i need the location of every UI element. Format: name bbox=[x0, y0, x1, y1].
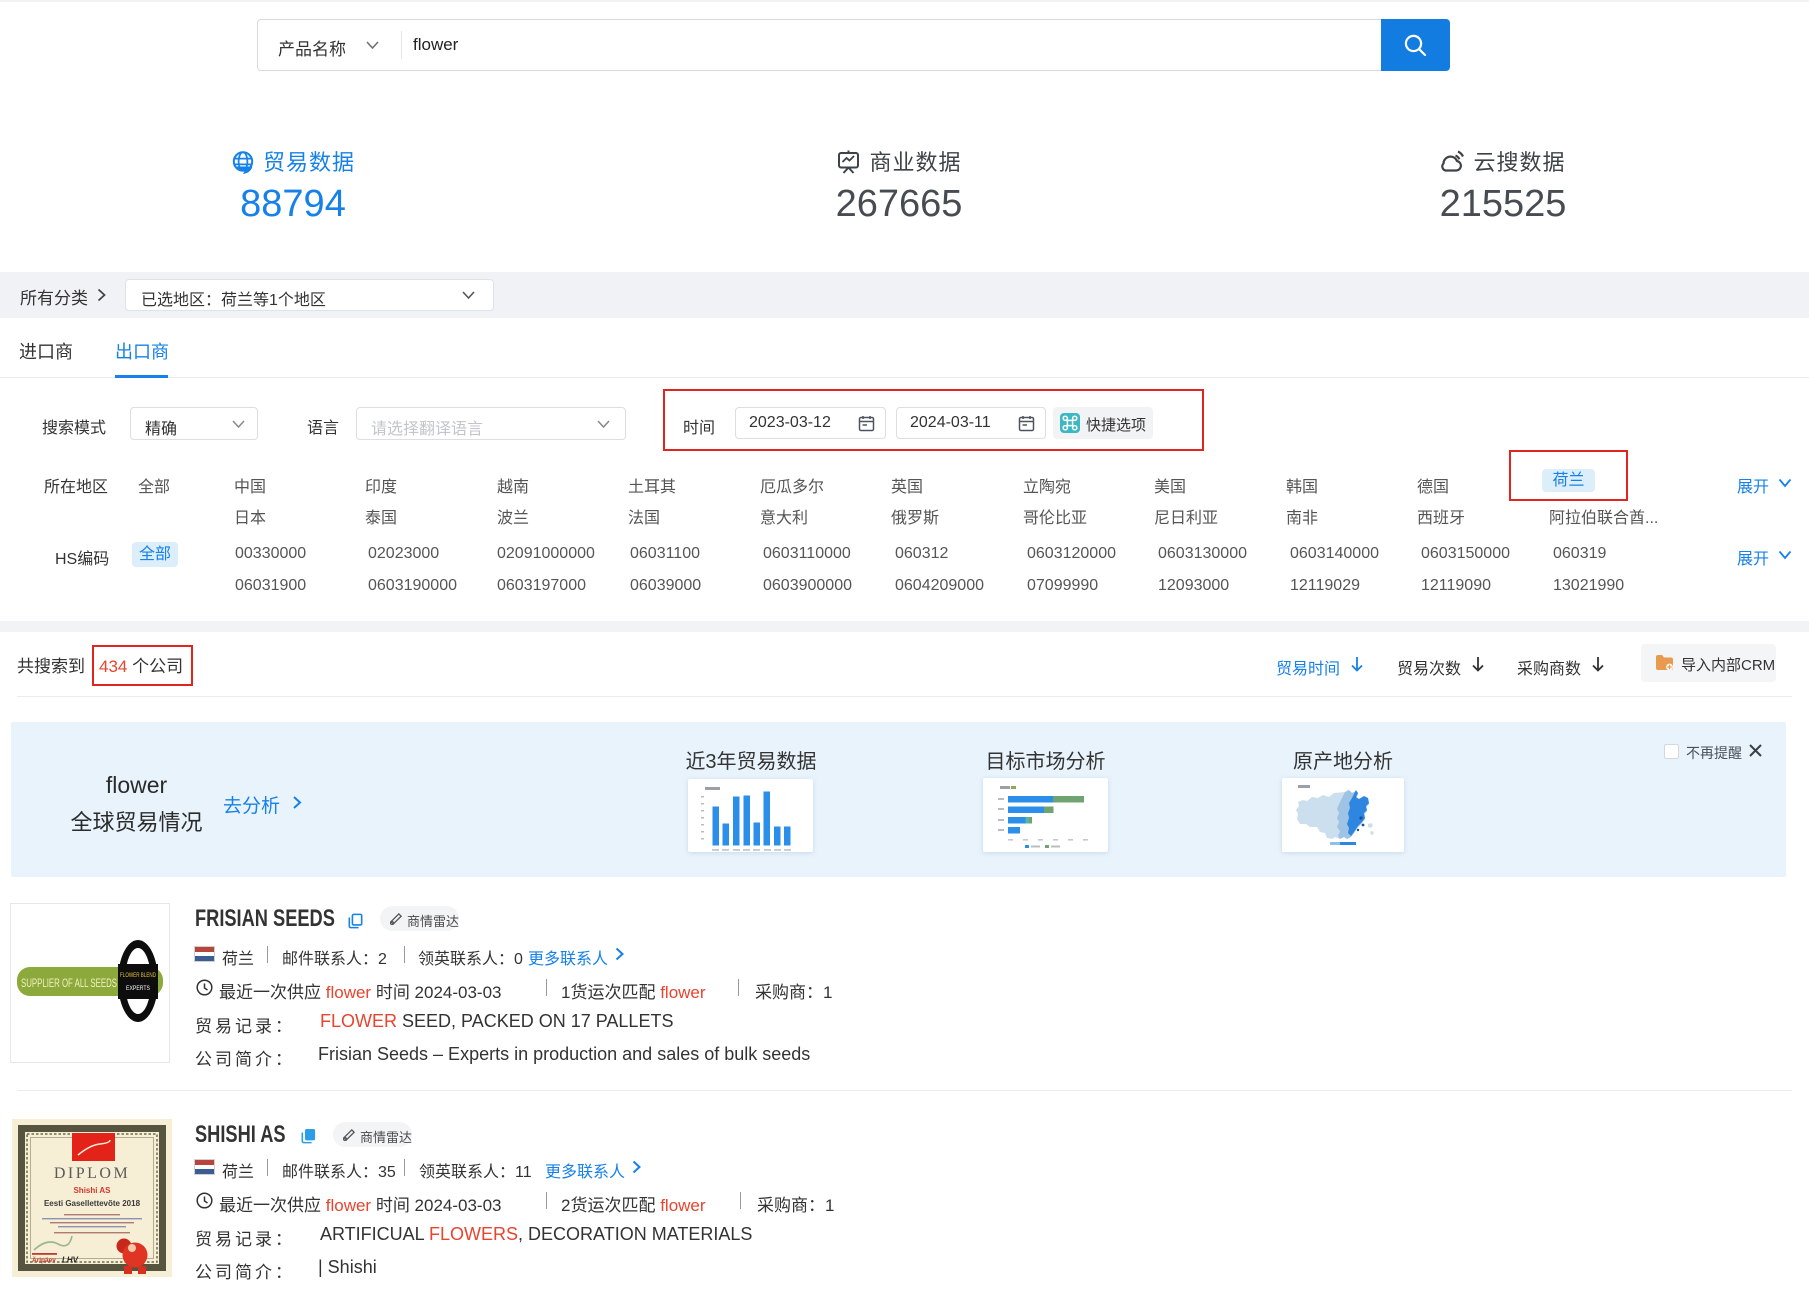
svg-text:LHV: LHV bbox=[62, 1256, 79, 1265]
svg-text:Shishi AS: Shishi AS bbox=[73, 1186, 111, 1195]
svg-text:FLOWER BLEND: FLOWER BLEND bbox=[120, 972, 156, 979]
svg-text:Äripäev: Äripäev bbox=[32, 1256, 56, 1264]
svg-text:EXPERTS: EXPERTS bbox=[126, 985, 151, 992]
svg-text:Eesti Gasellettevõte 2018: Eesti Gasellettevõte 2018 bbox=[44, 1199, 141, 1208]
svg-text:DIPLOM: DIPLOM bbox=[54, 1165, 130, 1182]
svg-text:SUPPLIER OF ALL SEEDS: SUPPLIER OF ALL SEEDS bbox=[21, 976, 117, 990]
